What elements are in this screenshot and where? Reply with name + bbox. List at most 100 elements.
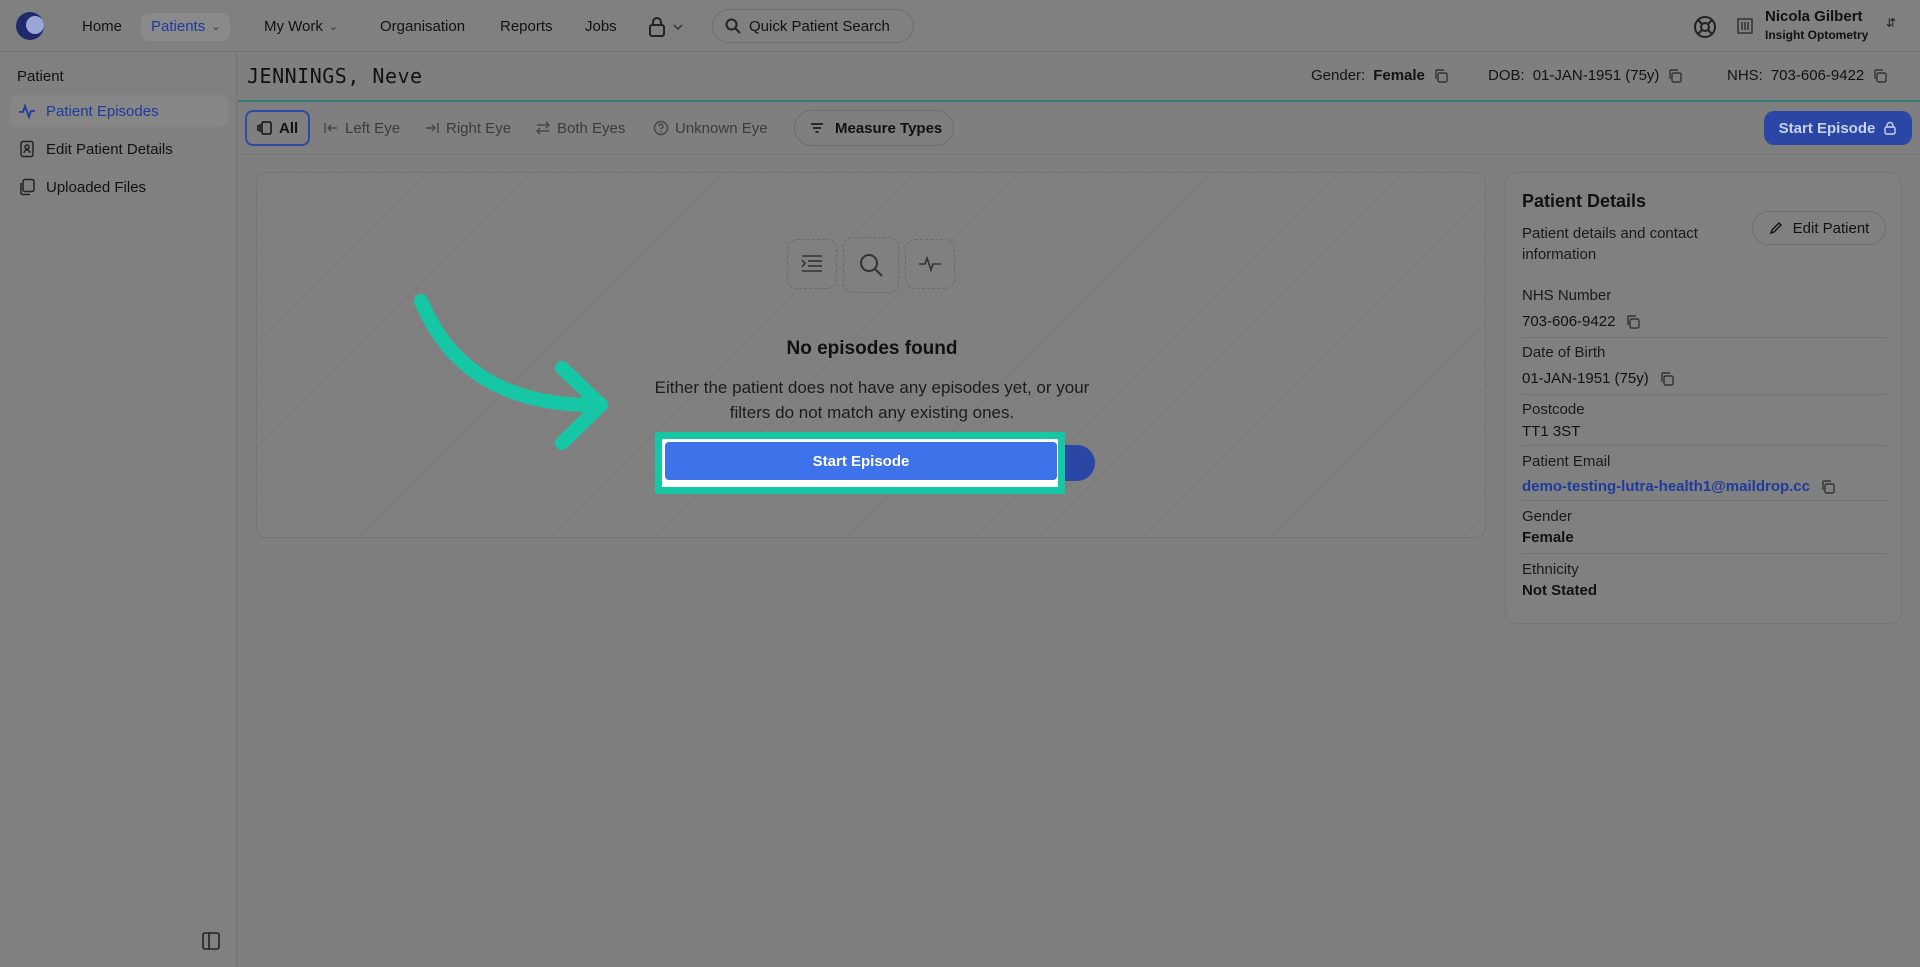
nav-patients-label: Patients bbox=[151, 18, 206, 35]
postcode-label: Postcode bbox=[1522, 401, 1585, 418]
patient-details-card: Patient Details Patient details and cont… bbox=[1505, 172, 1902, 624]
nhs-number-value: 703-606-9422 bbox=[1522, 313, 1616, 330]
divider bbox=[1522, 337, 1887, 338]
email-row: demo-testing-lutra-health1@maildrop.cc bbox=[1522, 478, 1836, 495]
postcode-value: TT1 3ST bbox=[1522, 423, 1581, 440]
nav-my-work-label: My Work bbox=[264, 18, 323, 35]
contact-card-icon bbox=[20, 140, 34, 158]
search-icon bbox=[725, 18, 741, 34]
stack-icon bbox=[257, 121, 272, 135]
gender-label: Gender bbox=[1522, 508, 1573, 525]
dob-label: DOB: bbox=[1488, 67, 1525, 84]
dob-label: Date of Birth bbox=[1522, 344, 1606, 361]
patient-header: JENNINGS, Neve Gender: Female DOB: 01-JA… bbox=[238, 52, 1920, 102]
chevron-down-icon: ⌄ bbox=[211, 21, 221, 33]
patient-nhs: NHS: 703-606-9422 bbox=[1727, 67, 1888, 84]
lock-icon bbox=[1884, 121, 1897, 135]
chevron-up-down-icon[interactable]: ⇵ bbox=[1886, 16, 1896, 30]
filter-unknown-eye-label: Unknown Eye bbox=[675, 119, 768, 137]
activity-icon bbox=[19, 103, 35, 120]
copy-icon[interactable] bbox=[1625, 314, 1641, 330]
quick-patient-search-label: Quick Patient Search bbox=[749, 17, 890, 35]
nhs-value: 703-606-9422 bbox=[1770, 67, 1865, 84]
edit-patient-label: Edit Patient bbox=[1792, 219, 1870, 237]
filter-both-eyes-label: Both Eyes bbox=[557, 119, 626, 137]
list-icon bbox=[787, 239, 837, 289]
nhs-label: NHS: bbox=[1727, 67, 1763, 84]
sidebar-item-label: Edit Patient Details bbox=[46, 140, 173, 158]
user-organisation[interactable]: Insight Optometry bbox=[1765, 28, 1868, 42]
copy-icon[interactable] bbox=[1433, 68, 1449, 84]
patient-name: JENNINGS, Neve bbox=[247, 64, 423, 88]
activity-icon bbox=[905, 239, 955, 289]
email-label: Patient Email bbox=[1522, 453, 1611, 470]
copy-icon[interactable] bbox=[1872, 68, 1888, 84]
tutorial-arrow-icon bbox=[414, 294, 608, 450]
gender-value: Female bbox=[1373, 67, 1425, 84]
files-icon bbox=[20, 178, 35, 196]
measure-types-label: Measure Types bbox=[835, 119, 943, 137]
nav-reports-label: Reports bbox=[500, 18, 553, 35]
measure-types-button[interactable]: Measure Types bbox=[794, 110, 954, 146]
nav-patients[interactable]: Patients ⌄ bbox=[141, 13, 231, 41]
ethnicity-value: Not Stated bbox=[1522, 582, 1597, 599]
sidebar-item-label: Patient Episodes bbox=[46, 102, 159, 120]
nav-organisation[interactable]: Organisation bbox=[370, 13, 475, 41]
filter-all[interactable]: All bbox=[245, 110, 311, 146]
nav-home-label: Home bbox=[82, 18, 123, 35]
sidebar-item-patient-episodes[interactable]: Patient Episodes bbox=[10, 95, 228, 127]
arrows-left-right-icon bbox=[536, 121, 550, 135]
nav-organisation-label: Organisation bbox=[380, 18, 466, 35]
divider bbox=[1522, 394, 1887, 395]
edit-patient-button[interactable]: Edit Patient bbox=[1752, 211, 1886, 245]
lock-icon[interactable] bbox=[648, 16, 683, 38]
help-circle-icon bbox=[653, 120, 669, 136]
nav-my-work[interactable]: My Work ⌄ bbox=[254, 13, 348, 41]
user-name[interactable]: Nicola Gilbert bbox=[1765, 8, 1863, 25]
filter-left-eye[interactable]: Left Eye bbox=[313, 110, 410, 146]
start-episode-label: Start Episode bbox=[812, 452, 910, 470]
filter-right-eye[interactable]: Right Eye bbox=[414, 110, 521, 146]
start-episode-button-edge bbox=[1065, 445, 1095, 481]
quick-patient-search-button[interactable]: Quick Patient Search bbox=[712, 9, 914, 43]
start-episode-top-label: Start Episode bbox=[1778, 119, 1876, 137]
filter-icon bbox=[811, 123, 823, 133]
filter-right-eye-label: Right Eye bbox=[446, 119, 512, 137]
pencil-icon bbox=[1769, 222, 1782, 235]
copy-icon[interactable] bbox=[1667, 68, 1683, 84]
filter-unknown-eye[interactable]: Unknown Eye bbox=[643, 110, 778, 146]
nhs-number-row: 703-606-9422 bbox=[1522, 313, 1641, 330]
patient-dob: DOB: 01-JAN-1951 (75y) bbox=[1488, 67, 1683, 84]
nhs-number-label: NHS Number bbox=[1522, 287, 1612, 304]
filter-left-eye-label: Left Eye bbox=[345, 119, 401, 137]
episodes-empty-state: No episodes found Either the patient doe… bbox=[256, 172, 1486, 538]
dob-value: 01-JAN-1951 (75y) bbox=[1522, 370, 1649, 387]
sidebar-collapse-icon[interactable] bbox=[200, 930, 222, 952]
sidebar-item-edit-patient-details[interactable]: Edit Patient Details bbox=[10, 133, 228, 165]
building-icon[interactable] bbox=[1736, 17, 1754, 35]
nav-jobs[interactable]: Jobs bbox=[575, 13, 627, 41]
divider bbox=[1522, 445, 1887, 446]
app-logo[interactable] bbox=[16, 12, 44, 40]
sidebar: Patient Patient Episodes Edit Patient De… bbox=[0, 52, 237, 967]
start-episode-button[interactable]: Start Episode bbox=[665, 442, 1057, 480]
filter-all-label: All bbox=[279, 119, 299, 137]
chevron-down-icon: ⌄ bbox=[328, 21, 339, 33]
nav-home[interactable]: Home bbox=[72, 13, 132, 41]
email-link[interactable]: demo-testing-lutra-health1@maildrop.cc bbox=[1522, 478, 1810, 495]
sidebar-item-label: Uploaded Files bbox=[46, 178, 147, 196]
gender-value: Female bbox=[1522, 529, 1574, 546]
copy-icon[interactable] bbox=[1820, 479, 1836, 495]
help-lifebuoy-icon[interactable] bbox=[1692, 14, 1718, 40]
eye-filter-bar: All Left Eye Right Eye Both Eyes Unknown… bbox=[238, 102, 1920, 155]
patient-details-title: Patient Details bbox=[1522, 191, 1647, 211]
start-episode-top-button[interactable]: Start Episode bbox=[1764, 111, 1912, 145]
copy-icon[interactable] bbox=[1659, 371, 1675, 387]
sidebar-item-uploaded-files[interactable]: Uploaded Files bbox=[10, 171, 228, 203]
dob-row: 01-JAN-1951 (75y) bbox=[1522, 370, 1675, 387]
gender-label: Gender: bbox=[1311, 67, 1366, 84]
nav-reports[interactable]: Reports bbox=[490, 13, 563, 41]
nav-jobs-label: Jobs bbox=[585, 18, 617, 35]
filter-both-eyes[interactable]: Both Eyes bbox=[525, 110, 635, 146]
search-icon bbox=[843, 237, 899, 293]
